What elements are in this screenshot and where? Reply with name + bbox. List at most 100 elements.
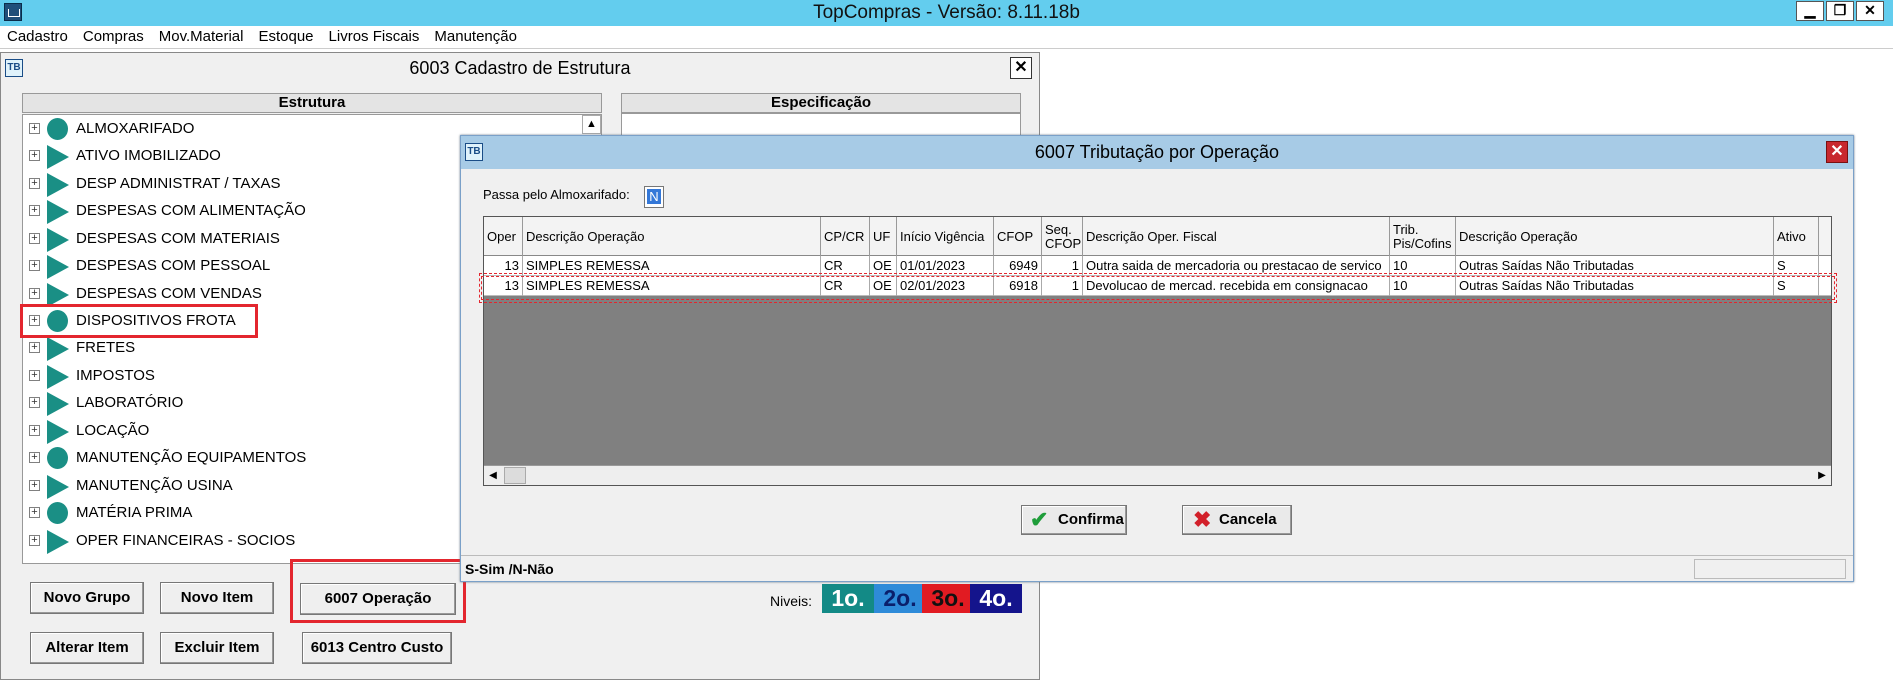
- col-uf[interactable]: UF: [870, 217, 897, 256]
- app-title: TopCompras - Versão: 8.11.18b: [813, 2, 1080, 23]
- tree-item-label: DESPESAS COM MATERIAIS: [76, 230, 280, 247]
- almox-input[interactable]: N: [644, 186, 664, 208]
- cell-uf: OE: [870, 256, 897, 276]
- cell-descricao: SIMPLES REMESSA: [523, 276, 821, 296]
- group-flag-icon: [47, 337, 69, 361]
- tree-item-label: DESPESAS COM VENDAS: [76, 285, 262, 302]
- cell-inicio-vigencia: 01/01/2023: [897, 256, 994, 276]
- expand-icon[interactable]: +: [29, 205, 40, 216]
- col-seq-cfop[interactable]: Seq. CFOP: [1042, 217, 1083, 256]
- operacao-6007-button[interactable]: 6007 Operação: [300, 583, 456, 615]
- expand-icon[interactable]: +: [29, 397, 40, 408]
- cell-cfop: 6949: [994, 256, 1042, 276]
- group-circle-icon: [47, 447, 68, 469]
- tributacao-close-button[interactable]: ✕: [1826, 141, 1848, 163]
- dialog-tb-icon: TB: [465, 143, 483, 161]
- group-flag-icon: [47, 475, 69, 499]
- menu-livros-fiscais[interactable]: Livros Fiscais: [322, 26, 428, 45]
- col-cfop[interactable]: CFOP: [994, 217, 1042, 256]
- group-flag-icon: [47, 255, 69, 279]
- col-descricao-operacao-2[interactable]: Descrição Operação: [1456, 217, 1774, 256]
- grid-horizontal-scrollbar[interactable]: ◀ ▶: [484, 465, 1831, 485]
- check-icon: ✔: [1030, 507, 1049, 532]
- cadastro-close-button[interactable]: ✕: [1010, 57, 1032, 79]
- nivel-1-badge: 1o.: [822, 584, 874, 613]
- novo-item-button[interactable]: Novo Item: [160, 582, 274, 614]
- col-cp-cr[interactable]: CP/CR: [821, 217, 870, 256]
- group-flag-icon: [47, 228, 69, 252]
- app-close-button[interactable]: ✕: [1856, 1, 1884, 21]
- nivel-3-badge: 3o.: [922, 584, 974, 613]
- group-flag-icon: [47, 145, 69, 169]
- col-descricao-operacao[interactable]: Descrição Operação: [523, 217, 821, 256]
- tree-scroll-up-button[interactable]: ▲: [582, 115, 601, 134]
- tree-item-label: DESPESAS COM PESSOAL: [76, 257, 271, 274]
- cell-cfop: 6918: [994, 276, 1042, 296]
- cell-seq-cfop: 1: [1042, 256, 1083, 276]
- expand-icon[interactable]: +: [29, 535, 40, 546]
- cancel-x-icon: ✖: [1193, 507, 1212, 532]
- restore-button[interactable]: ❐: [1826, 1, 1854, 21]
- menu-cadastro[interactable]: Cadastro: [0, 26, 76, 45]
- expand-icon[interactable]: +: [29, 178, 40, 189]
- expand-icon[interactable]: +: [29, 452, 40, 463]
- status-panel: [1694, 559, 1846, 579]
- expand-icon[interactable]: +: [29, 233, 40, 244]
- cell-oper: 13: [484, 276, 523, 296]
- novo-grupo-button[interactable]: Novo Grupo: [30, 582, 144, 614]
- menu-estoque[interactable]: Estoque: [251, 26, 321, 45]
- col-inicio-vigencia[interactable]: Início Vigência: [897, 217, 994, 256]
- menu-manutencao[interactable]: Manutenção: [427, 26, 525, 45]
- table-row[interactable]: 13 SIMPLES REMESSA CR OE 01/01/2023 6949…: [484, 256, 1831, 276]
- tree-item-label: MANUTENÇÃO USINA: [76, 477, 233, 494]
- scroll-right-arrow-icon[interactable]: ▶: [1813, 466, 1831, 485]
- expand-icon[interactable]: +: [29, 507, 40, 518]
- cancela-button[interactable]: ✖ Cancela: [1182, 505, 1292, 535]
- expand-icon[interactable]: +: [29, 370, 40, 381]
- col-descricao-oper-fiscal[interactable]: Descrição Oper. Fiscal: [1083, 217, 1390, 256]
- cell-oper: 13: [484, 256, 523, 276]
- table-row[interactable]: 13 SIMPLES REMESSA CR OE 02/01/2023 6918…: [484, 276, 1831, 296]
- group-circle-icon: [47, 118, 68, 140]
- almox-label: Passa pelo Almoxarifado:: [483, 187, 630, 202]
- tree-item-label: DESP ADMINISTRAT / TAXAS: [76, 175, 281, 192]
- operacoes-grid[interactable]: Oper Descrição Operação CP/CR UF Início …: [483, 216, 1832, 486]
- group-flag-icon: [47, 365, 69, 389]
- tree-item-label: ALMOXARIFADO: [76, 120, 195, 137]
- confirma-button[interactable]: ✔ Confirma: [1021, 505, 1127, 535]
- group-flag-icon: [47, 173, 69, 197]
- col-oper[interactable]: Oper: [484, 217, 523, 256]
- cell-cp-cr: CR: [821, 256, 870, 276]
- scroll-left-arrow-icon[interactable]: ◀: [484, 466, 502, 485]
- col-ativo[interactable]: Ativo: [1774, 217, 1819, 256]
- expand-icon[interactable]: +: [29, 123, 40, 134]
- expand-icon[interactable]: +: [29, 480, 40, 491]
- niveis-label: Niveis:: [770, 593, 813, 609]
- expand-icon[interactable]: +: [29, 288, 40, 299]
- app-titlebar: TopCompras - Versão: 8.11.18b ▁ ❐ ✕: [0, 0, 1893, 26]
- cell-descricao-operacao-2: Outras Saídas Não Tributadas: [1456, 256, 1774, 276]
- tree-item-label: IMPOSTOS: [76, 367, 155, 384]
- menu-mov-material[interactable]: Mov.Material: [152, 26, 252, 45]
- expand-icon[interactable]: +: [29, 425, 40, 436]
- tree-item-label: LOCAÇÃO: [76, 422, 150, 439]
- menu-compras[interactable]: Compras: [76, 26, 152, 45]
- expand-icon[interactable]: +: [29, 342, 40, 353]
- centro-custo-6013-button[interactable]: 6013 Centro Custo: [302, 632, 452, 664]
- excluir-item-button[interactable]: Excluir Item: [160, 632, 274, 664]
- cell-ativo: S: [1774, 276, 1819, 296]
- alterar-item-button[interactable]: Alterar Item: [30, 632, 144, 664]
- group-flag-icon: [47, 200, 69, 224]
- status-text: S-Sim /N-Não: [465, 561, 554, 577]
- cell-descricao-operacao-2: Outras Saídas Não Tributadas: [1456, 276, 1774, 296]
- col-trib-pis-cofins[interactable]: Trib. Pis/Cofins: [1390, 217, 1456, 256]
- minimize-button[interactable]: ▁: [1796, 1, 1824, 21]
- window-tb-icon: TB: [5, 59, 23, 77]
- tributacao-dialog-title: 6007 Tributação por Operação: [461, 136, 1853, 169]
- cell-uf: OE: [870, 276, 897, 296]
- confirma-label: Confirma: [1058, 511, 1124, 528]
- expand-icon[interactable]: +: [29, 315, 40, 326]
- scroll-thumb[interactable]: [504, 467, 526, 484]
- expand-icon[interactable]: +: [29, 150, 40, 161]
- expand-icon[interactable]: +: [29, 260, 40, 271]
